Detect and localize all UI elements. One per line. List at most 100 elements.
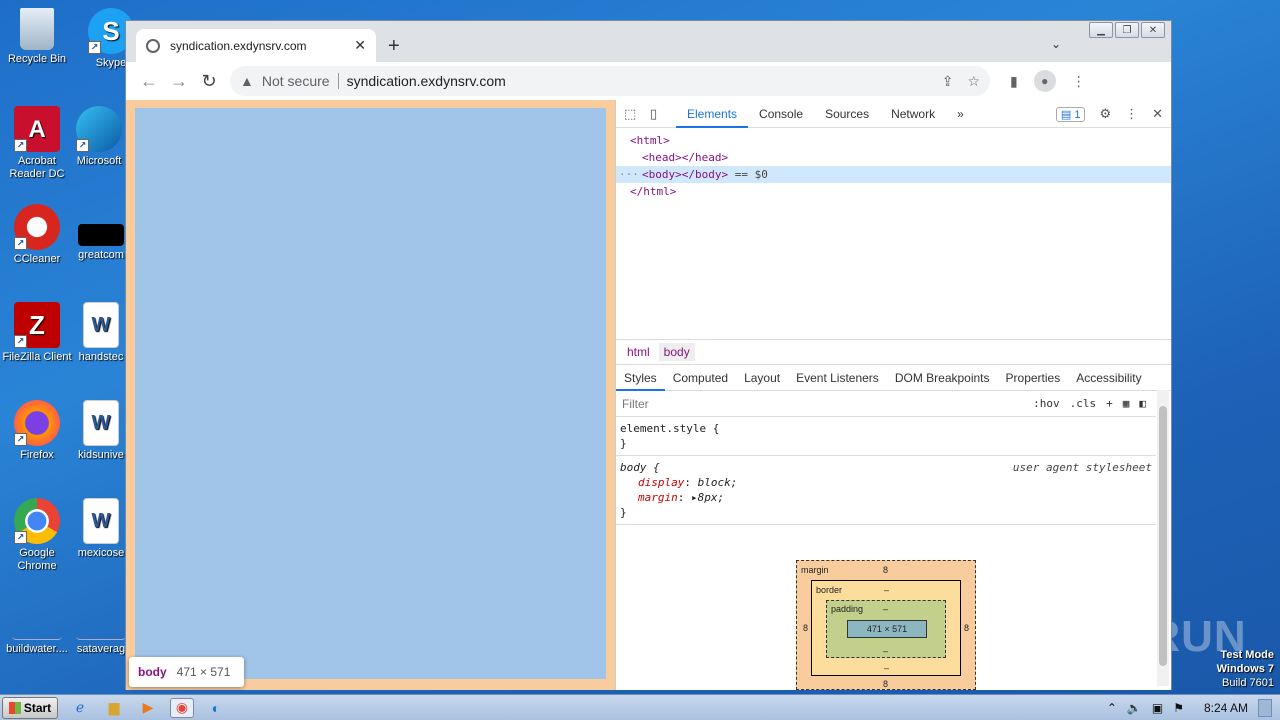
subtab-event-listeners[interactable]: Event Listeners: [788, 365, 887, 391]
desktop-icon-label: Firefox: [20, 449, 54, 461]
devtools-menu-icon[interactable]: ⋮: [1125, 106, 1138, 122]
tab-network[interactable]: Network: [880, 100, 946, 128]
bm-margin-top[interactable]: 8: [883, 565, 888, 575]
warning-icon[interactable]: ▲: [240, 73, 254, 89]
clock[interactable]: 8:24 AM: [1204, 701, 1248, 715]
browser-window: ▁ ❐ ✕ syndication.exdynsrv.com ✕ + ⌄ ← →…: [125, 20, 1172, 690]
tab-search-chevron-icon[interactable]: ⌄: [1051, 37, 1061, 51]
dom-node-head[interactable]: <head></head>: [616, 149, 1171, 166]
tab-elements[interactable]: Elements: [676, 100, 749, 128]
close-devtools-icon[interactable]: ✕: [1152, 106, 1163, 122]
browser-tab[interactable]: syndication.exdynsrv.com ✕: [136, 29, 376, 62]
reload-button[interactable]: ↻: [194, 71, 224, 92]
desktop-icon-filezilla[interactable]: Z ↗ FileZilla Client: [0, 302, 74, 364]
desktop-icon-buildwater[interactable]: buildwater....: [0, 620, 74, 656]
minimize-button[interactable]: ▁: [1089, 22, 1113, 38]
element-style-selector[interactable]: element.style {: [620, 421, 1152, 436]
bm-content-box[interactable]: 471 × 571: [847, 620, 927, 638]
desktop-icon-label: buildwater....: [6, 643, 68, 655]
explorer-folder-icon[interactable]: ▆: [102, 698, 126, 718]
node-actions-icon[interactable]: ···: [619, 166, 639, 183]
filezilla-icon: Z ↗: [14, 302, 60, 348]
test-mode-watermark: Test Mode Windows 7 Build 7601: [1217, 648, 1274, 690]
edge-taskbar-icon[interactable]: ◐: [204, 698, 228, 718]
settings-gear-icon[interactable]: ⚙: [1099, 106, 1111, 122]
tray-expand-icon[interactable]: ⌃: [1107, 701, 1117, 715]
subtab-properties[interactable]: Properties: [998, 365, 1069, 391]
breadcrumb: html body: [616, 339, 1171, 365]
word-doc-icon: W: [83, 498, 119, 544]
network-icon[interactable]: ▣: [1152, 701, 1163, 715]
subtab-layout[interactable]: Layout: [736, 365, 788, 391]
address-bar[interactable]: ▲ Not secure syndication.exdynsrv.com ⇪ …: [230, 66, 990, 96]
prop-margin-name: margin: [638, 491, 678, 504]
subtab-styles[interactable]: Styles: [616, 365, 665, 391]
forward-button[interactable]: →: [164, 71, 194, 92]
breadcrumb-html[interactable]: html: [622, 343, 655, 361]
rule-close: }: [620, 437, 627, 450]
scrollbar-thumb[interactable]: [1159, 406, 1167, 666]
action-center-flag-icon[interactable]: ⚑: [1173, 701, 1184, 715]
desktop-icon-recycle-bin[interactable]: Recycle Bin: [0, 8, 74, 66]
tab-console[interactable]: Console: [748, 100, 814, 128]
new-tab-button[interactable]: +: [388, 35, 400, 58]
show-desktop-icon[interactable]: [1258, 699, 1272, 717]
side-panel-icon[interactable]: ▮: [1010, 73, 1018, 90]
bm-padding-bottom[interactable]: –: [883, 646, 888, 656]
watermark-line2: Windows 7: [1216, 663, 1274, 675]
desktop-icon-label: kidsunive: [78, 449, 124, 461]
paint-icon[interactable]: ▦: [1123, 397, 1130, 410]
device-toolbar-icon[interactable]: ▯: [650, 106, 668, 122]
expand-triangle-icon[interactable]: ▸: [691, 491, 698, 504]
start-button[interactable]: Start: [2, 696, 58, 719]
url-text[interactable]: syndication.exdynsrv.com: [347, 73, 928, 89]
more-tabs-icon[interactable]: »: [946, 100, 975, 128]
share-icon[interactable]: ⇪: [942, 73, 954, 90]
bookmark-star-icon[interactable]: ☆: [967, 73, 980, 90]
prop-margin-value: 8px;: [697, 491, 725, 504]
styles-scrollbar[interactable]: [1157, 390, 1169, 686]
toggle-sidebar-icon[interactable]: ◧: [1139, 397, 1146, 410]
profile-avatar-icon[interactable]: ●: [1033, 70, 1056, 92]
inspect-tooltip: body 471 × 571: [129, 657, 244, 687]
bm-padding-top[interactable]: –: [883, 604, 888, 614]
tab-sources[interactable]: Sources: [814, 100, 880, 128]
desktop-icon-label: Microsoft: [76, 155, 122, 167]
dom-node-body[interactable]: ··· <body></body> == $0: [616, 166, 1171, 183]
bm-margin-left[interactable]: 8: [803, 623, 808, 633]
volume-icon[interactable]: 🔈: [1127, 701, 1142, 715]
filter-input[interactable]: Filter: [622, 397, 1033, 411]
ie-icon[interactable]: ℯ: [68, 698, 92, 718]
box-model-diagram: margin 8 8 8 8 border – – padding – – 47…: [796, 560, 976, 690]
subtab-accessibility[interactable]: Accessibility: [1068, 365, 1149, 391]
desktop-icon-chrome[interactable]: ↗ Google Chrome: [0, 498, 74, 573]
subtab-computed[interactable]: Computed: [665, 365, 736, 391]
menu-kebab-icon[interactable]: ⋮: [1072, 73, 1086, 90]
bm-margin-right[interactable]: 8: [964, 623, 969, 633]
security-chip[interactable]: Not secure: [262, 73, 339, 89]
bm-border-bottom[interactable]: –: [884, 663, 889, 673]
bm-margin-bottom[interactable]: 8: [883, 679, 888, 689]
chrome-taskbar-icon[interactable]: ◉: [170, 697, 194, 718]
new-rule-plus-icon[interactable]: +: [1106, 397, 1113, 410]
maximize-button[interactable]: ❐: [1115, 22, 1139, 38]
issues-count: 1: [1074, 108, 1081, 121]
media-player-icon[interactable]: ▶: [136, 698, 160, 718]
bm-border-top[interactable]: –: [884, 585, 889, 595]
subtab-dom-breakpoints[interactable]: DOM Breakpoints: [887, 365, 998, 391]
watermark-line3: Build 7601: [1222, 677, 1274, 689]
cls-button[interactable]: .cls: [1070, 397, 1097, 410]
edge-icon: ↗: [76, 106, 122, 152]
back-button[interactable]: ←: [134, 71, 164, 92]
close-tab-icon[interactable]: ✕: [354, 37, 366, 54]
close-window-button[interactable]: ✕: [1141, 22, 1165, 38]
issues-badge[interactable]: ▤ 1: [1055, 106, 1086, 122]
dom-node-html[interactable]: <html>: [616, 132, 1171, 149]
taskbar: Start ℯ ▆ ▶ ◉ ◐ ⌃ 🔈 ▣ ⚑ 8:24 AM: [0, 694, 1280, 720]
body-highlight: [135, 108, 606, 679]
hov-button[interactable]: :hov: [1033, 397, 1060, 410]
breadcrumb-body[interactable]: body: [658, 343, 695, 361]
desktop-icon-ccleaner[interactable]: ↗ CCleaner: [0, 204, 74, 266]
desktop-icon-firefox[interactable]: ↗ Firefox: [0, 400, 74, 462]
inspect-element-icon[interactable]: ⬚: [624, 106, 642, 122]
